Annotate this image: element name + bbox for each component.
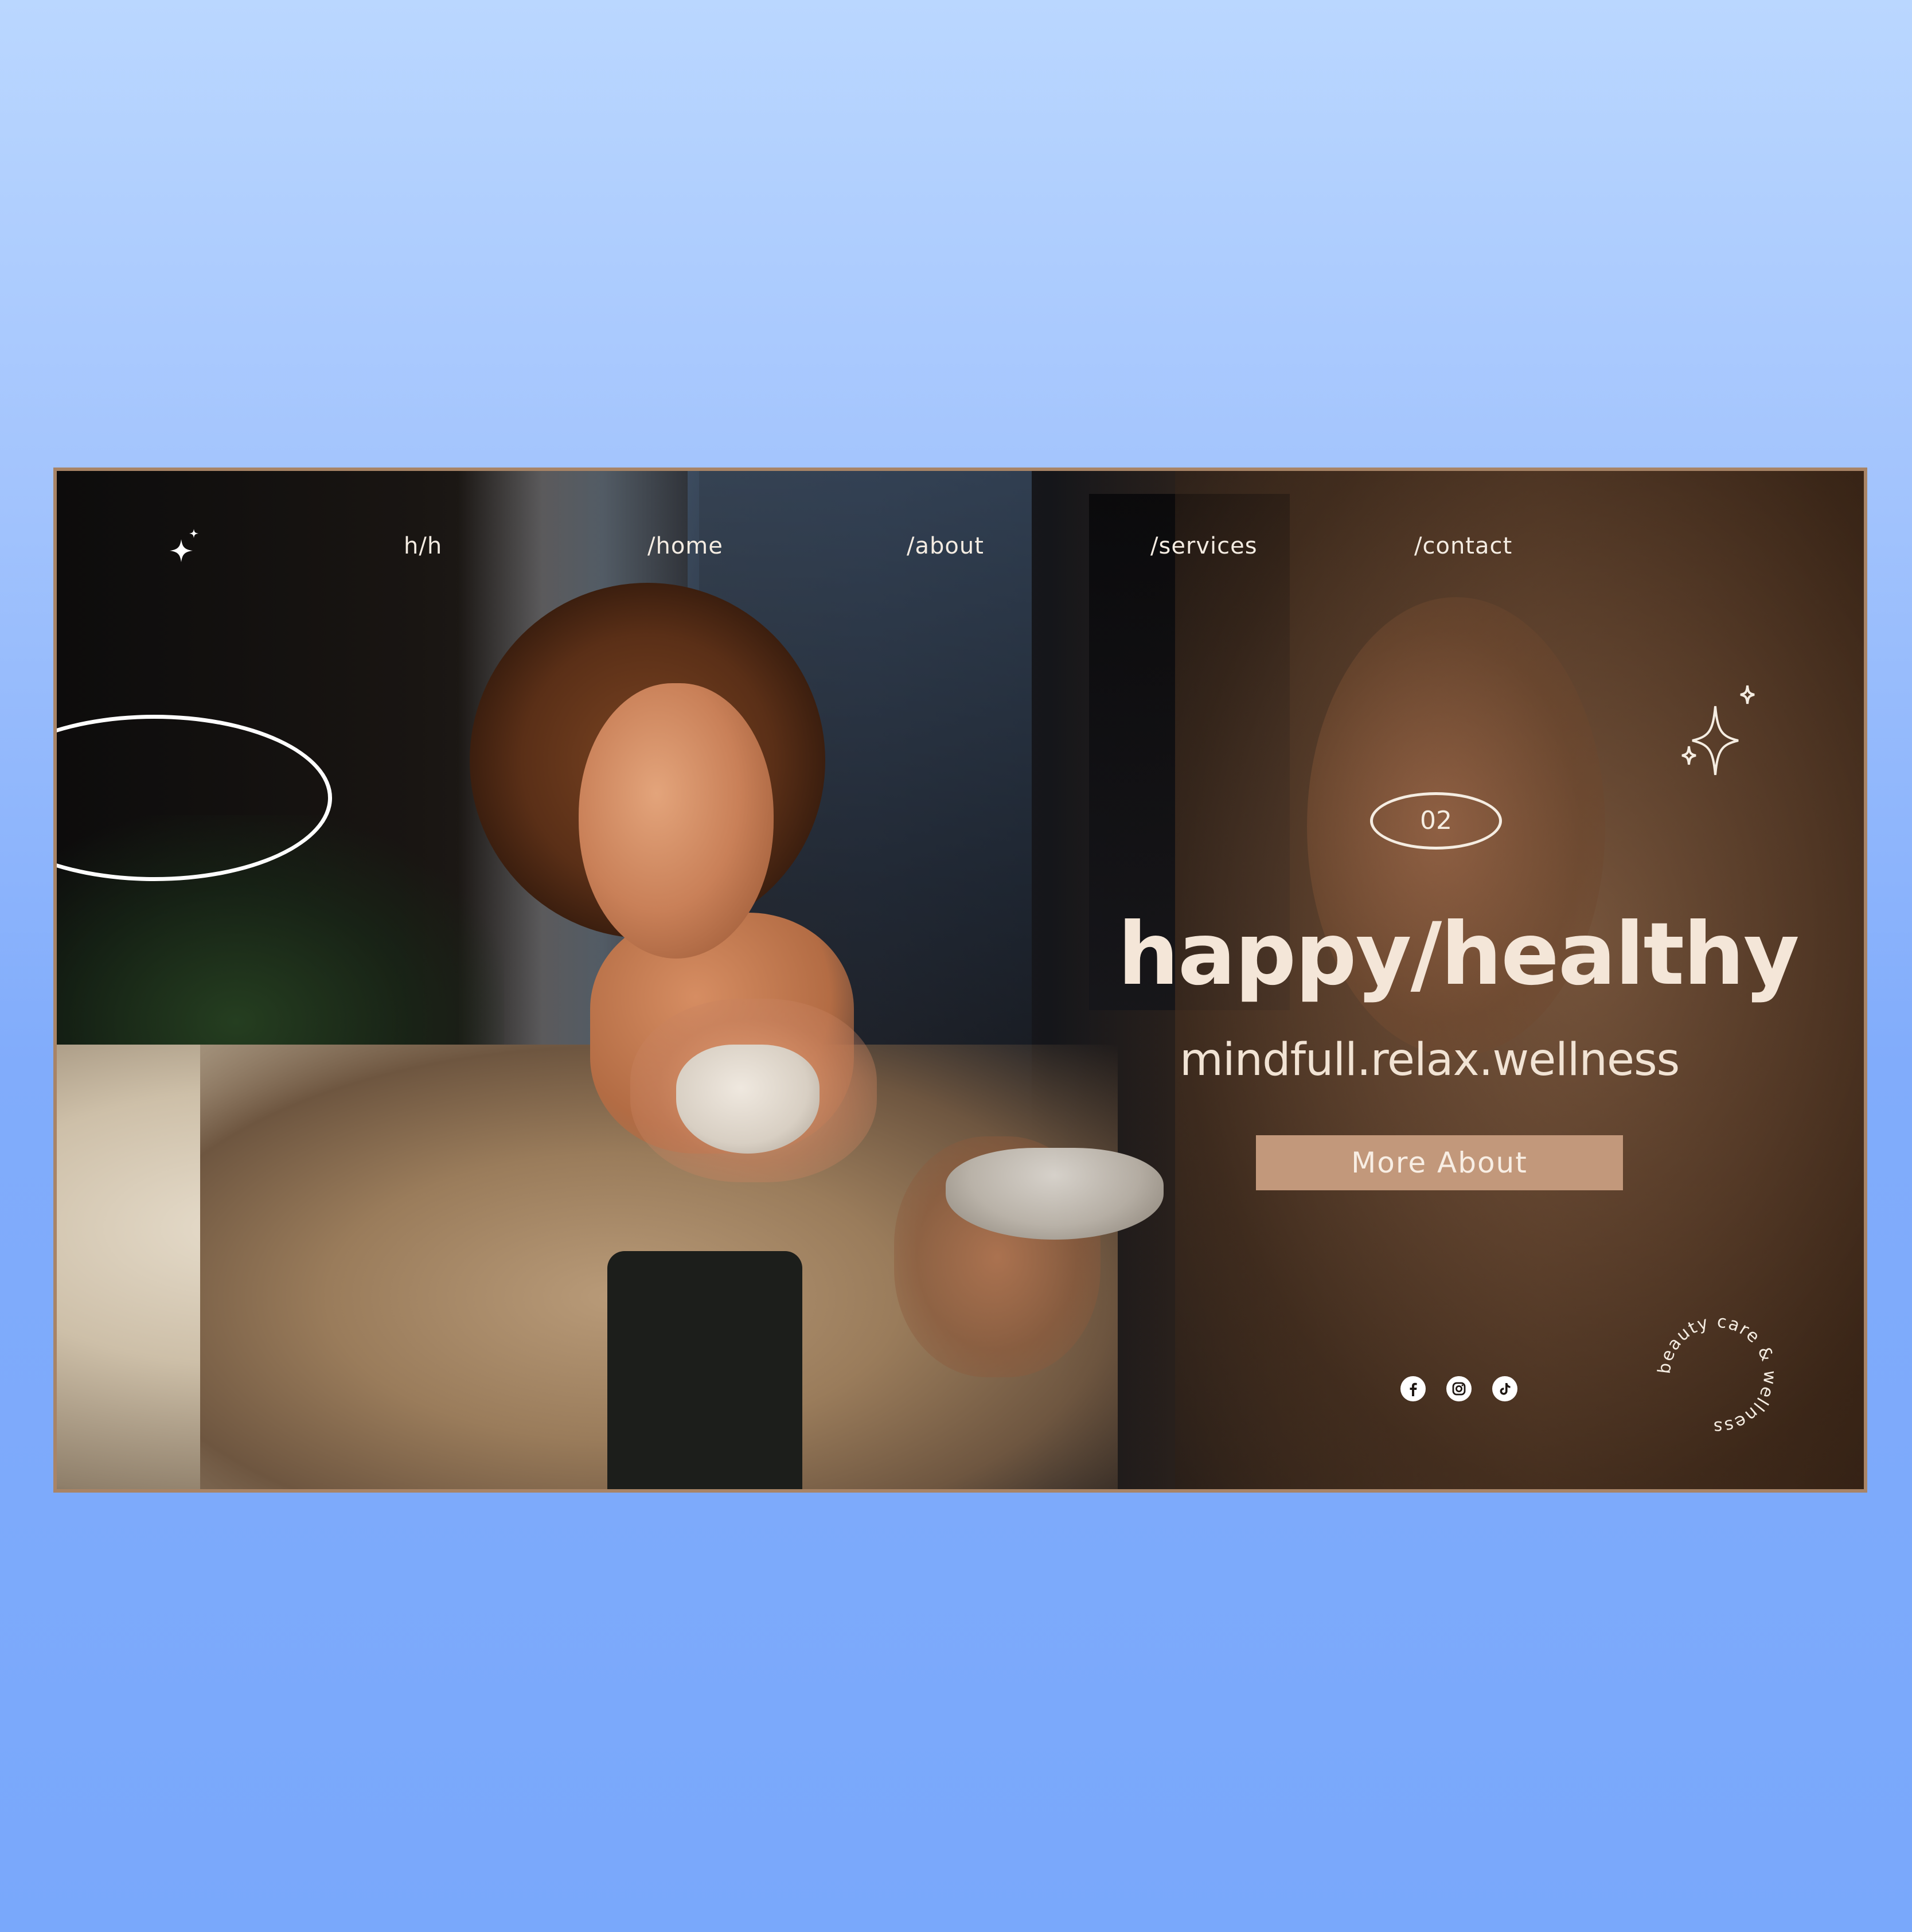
nav-about[interactable]: /about <box>907 533 984 559</box>
instagram-glyph <box>1452 1382 1466 1396</box>
badge-text: beauty care & wellness <box>1655 1312 1779 1437</box>
nav-services[interactable]: /services <box>1150 533 1258 559</box>
svg-text:beauty care & wellness: beauty care & wellness <box>1655 1312 1780 1437</box>
instagram-icon[interactable] <box>1446 1376 1472 1401</box>
nav-home[interactable]: /home <box>647 533 723 559</box>
more-about-button[interactable]: More About <box>1256 1135 1623 1190</box>
hero-frame: h/h /home /about /services /contact 02 h… <box>53 468 1867 1493</box>
nav-brand[interactable]: h/h <box>404 533 442 559</box>
sparkle-icon[interactable] <box>169 527 203 567</box>
slide-number: 02 <box>1370 792 1502 850</box>
facebook-icon[interactable] <box>1400 1376 1426 1401</box>
tiktok-icon[interactable] <box>1492 1376 1517 1401</box>
hero-subtitle: mindfull.relax.wellness <box>1180 1034 1680 1086</box>
hero-title: happy/healthy <box>1118 905 1800 1004</box>
nav-contact[interactable]: /contact <box>1414 533 1512 559</box>
tiktok-glyph <box>1500 1383 1511 1395</box>
sparkles-icon <box>1681 685 1755 776</box>
circular-badge: beauty care & wellness <box>1655 1312 1780 1437</box>
facebook-glyph <box>1410 1382 1417 1396</box>
